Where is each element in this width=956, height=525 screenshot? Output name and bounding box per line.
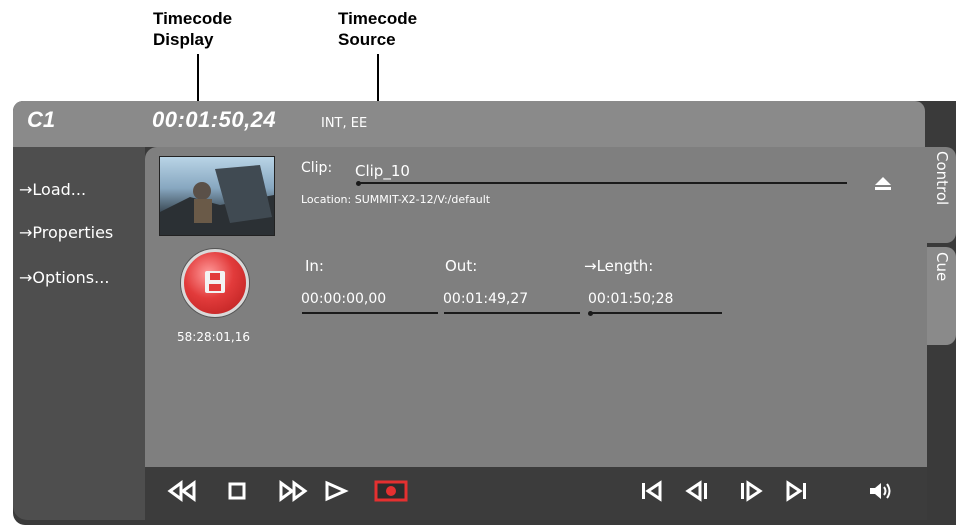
timecode-source-callout-line	[377, 54, 379, 102]
in-label: In:	[305, 257, 324, 275]
step-back-icon	[685, 480, 707, 502]
in-field-underline	[302, 312, 438, 314]
clip-label: Clip:	[301, 160, 333, 176]
sidebar-item-load[interactable]: →Load...	[19, 180, 86, 199]
play-icon	[325, 480, 349, 502]
tab-control-label: Control	[933, 151, 951, 206]
go-to-start-button[interactable]	[639, 480, 663, 507]
clip-name-marker	[356, 181, 361, 186]
clip-location: Location: SUMMIT-X2-12/V:/default	[301, 193, 491, 206]
length-field-underline	[591, 312, 722, 314]
out-label: Out:	[445, 257, 478, 275]
timecode-source: INT, EE	[321, 116, 368, 131]
eject-button[interactable]	[873, 175, 893, 196]
length-field[interactable]: 00:01:50;28	[588, 291, 673, 307]
timecode-display-callout-line	[197, 54, 199, 102]
length-label[interactable]: →Length:	[584, 257, 653, 275]
tab-cue-label: Cue	[933, 252, 951, 282]
sidebar-item-properties[interactable]: →Properties	[19, 223, 113, 242]
go-to-start-icon	[642, 480, 662, 502]
volume-icon	[870, 483, 891, 499]
tab-control[interactable]: Control	[927, 147, 956, 243]
timecode-source-callout: Timecode Source	[338, 9, 418, 49]
remaining-timecode: 58:28:01,16	[177, 330, 250, 344]
thumbnail-image	[160, 165, 274, 235]
out-field-underline	[444, 312, 580, 314]
fast-forward-button[interactable]	[278, 480, 308, 507]
record-button[interactable]	[181, 249, 249, 317]
sidebar: →Load... →Properties →Options...	[13, 147, 145, 520]
record-icon	[374, 480, 408, 502]
timecode-display-callout: Timecode Display	[153, 9, 233, 49]
fast-forward-icon	[279, 480, 308, 502]
in-field[interactable]: 00:00:00,00	[301, 291, 386, 307]
step-forward-button[interactable]	[738, 480, 764, 507]
step-forward-icon	[741, 480, 763, 502]
control-panel: Clip: Clip_10 Location: SUMMIT-X2-12/V:/…	[145, 147, 927, 467]
sidebar-item-options[interactable]: →Options...	[19, 268, 109, 287]
channel-label: C1	[27, 107, 56, 132]
clip-name[interactable]: Clip_10	[355, 162, 410, 180]
clip-thumbnail	[159, 156, 275, 236]
record-transport-button[interactable]	[374, 480, 408, 507]
rewind-button[interactable]	[167, 480, 197, 507]
stop-icon	[228, 482, 246, 500]
floppy-disk-icon	[205, 271, 225, 293]
length-field-marker	[588, 311, 593, 316]
go-to-end-icon	[786, 480, 806, 502]
out-field[interactable]: 00:01:49,27	[443, 291, 528, 307]
timecode-display: 00:01:50,24	[152, 107, 277, 132]
go-to-end-button[interactable]	[785, 480, 809, 507]
rewind-icon	[167, 480, 196, 502]
transport-bar	[145, 467, 927, 520]
player-header: C1 00:01:50,24 INT, EE	[13, 101, 925, 147]
clip-name-underline	[359, 182, 847, 184]
eject-icon	[875, 177, 891, 190]
stop-button[interactable]	[227, 480, 247, 507]
volume-button[interactable]	[867, 480, 895, 507]
step-back-button[interactable]	[684, 480, 710, 507]
play-button[interactable]	[323, 480, 349, 507]
tab-cue[interactable]: Cue	[927, 247, 956, 345]
